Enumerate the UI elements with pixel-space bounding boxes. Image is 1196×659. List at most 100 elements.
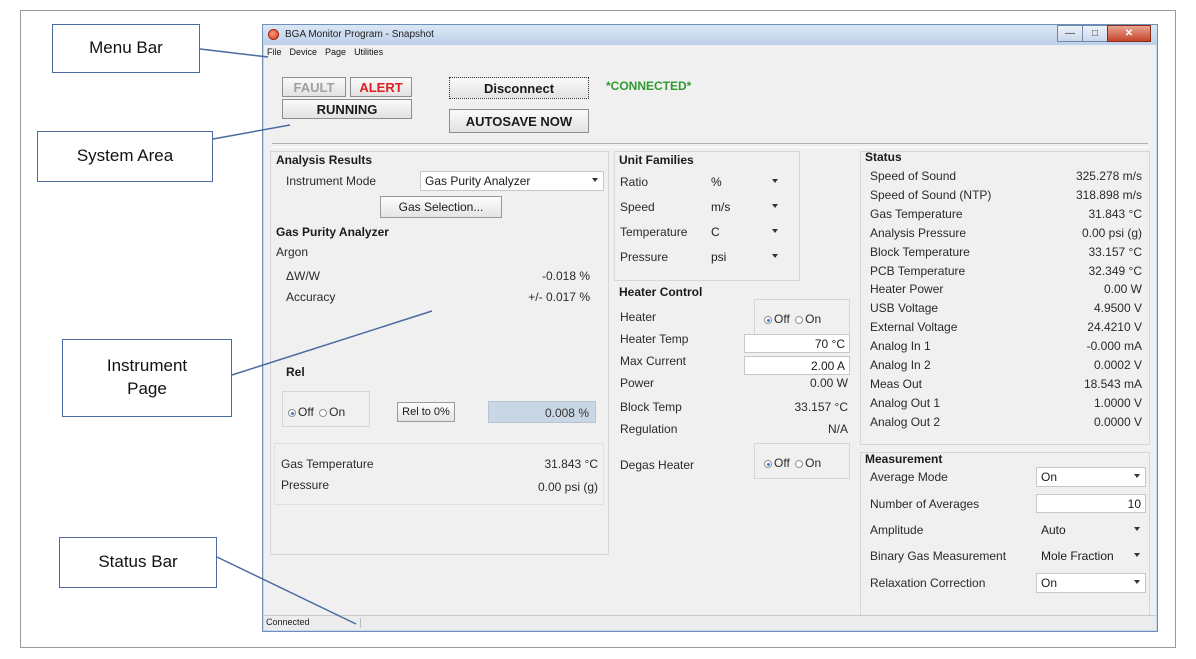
- callout-menu-bar: Menu Bar: [52, 24, 200, 73]
- menu-utilities[interactable]: Utilities: [354, 47, 383, 57]
- rel-value: 0.008 %: [488, 401, 596, 423]
- unit-pressure-select[interactable]: psi: [706, 247, 784, 267]
- unit-ratio-select[interactable]: %: [706, 172, 784, 192]
- degas-off-radio[interactable]: [764, 460, 772, 468]
- status-row-label: Gas Temperature: [870, 207, 963, 221]
- unit-temperature-select[interactable]: C: [706, 222, 784, 242]
- dww-label: ΔW/W: [286, 269, 321, 283]
- binary-gas-value: Mole Fraction: [1041, 549, 1114, 563]
- rel-title: Rel: [286, 365, 305, 379]
- block-temp-value: 33.157 °C: [794, 400, 848, 414]
- status-row-label: Block Temperature: [870, 245, 970, 259]
- accuracy-value: +/- 0.017 %: [528, 290, 590, 304]
- unit-speed-select[interactable]: m/s: [706, 197, 784, 217]
- status-bar-separator: [360, 618, 361, 628]
- status-row-value: 31.843 °C: [1088, 207, 1142, 221]
- status-row-value: 0.00 psi (g): [1081, 226, 1142, 240]
- chevron-down-icon: [772, 179, 778, 183]
- amplitude-value: Auto: [1041, 523, 1066, 537]
- status-row-value: 325.278 m/s: [1075, 169, 1142, 183]
- rel-to-zero-button[interactable]: Rel to 0%: [397, 402, 455, 422]
- relaxation-value: On: [1041, 576, 1058, 590]
- menu-file[interactable]: File: [267, 47, 282, 57]
- running-indicator: RUNNING: [282, 99, 412, 119]
- client-area: FAULT ALERT RUNNING Disconnect AUTOSAVE …: [264, 59, 1156, 630]
- maximize-icon[interactable]: □: [1082, 25, 1108, 42]
- unit-temperature-label: Temperature: [620, 225, 688, 239]
- status-title: Status: [865, 150, 902, 164]
- title-bar[interactable]: BGA Monitor Program - Snapshot — □ ✕: [263, 25, 1157, 45]
- num-averages-input[interactable]: 10: [1036, 494, 1146, 513]
- degas-on-radio[interactable]: [795, 460, 804, 468]
- chevron-down-icon: [772, 204, 778, 208]
- fault-indicator: FAULT: [282, 77, 346, 97]
- instrument-mode-select[interactable]: Gas Purity Analyzer: [420, 171, 604, 191]
- unit-ratio-value: %: [711, 175, 722, 189]
- unit-families-title: Unit Families: [619, 153, 694, 167]
- heater-on-radio[interactable]: [795, 316, 804, 324]
- rel-on-label: On: [329, 405, 346, 419]
- heater-temp-label: Heater Temp: [620, 332, 689, 346]
- status-row-label: Analog Out 1: [870, 396, 941, 410]
- relaxation-select[interactable]: On: [1036, 573, 1146, 593]
- accuracy-label: Accuracy: [286, 290, 336, 304]
- callout-system-area: System Area: [37, 131, 213, 182]
- status-row-label: Analog In 2: [870, 358, 931, 372]
- chevron-down-icon: [1134, 474, 1140, 478]
- gas-temperature-value: 31.843 °C: [544, 457, 598, 471]
- connection-status: *CONNECTED*: [606, 79, 692, 93]
- regulation-label: Regulation: [620, 422, 678, 436]
- unit-pressure-label: Pressure: [620, 250, 669, 264]
- dww-value: -0.018 %: [541, 269, 590, 283]
- app-window: BGA Monitor Program - Snapshot — □ ✕ Fil…: [262, 24, 1158, 632]
- status-row-value: 32.349 °C: [1088, 264, 1142, 278]
- relaxation-label: Relaxation Correction: [870, 576, 986, 590]
- heater-off-label: Off: [774, 312, 790, 326]
- chevron-down-icon: [1134, 527, 1140, 531]
- autosave-button[interactable]: AUTOSAVE NOW: [449, 109, 589, 133]
- status-row-value: 318.898 m/s: [1075, 188, 1142, 202]
- close-icon[interactable]: ✕: [1107, 25, 1151, 42]
- power-label: Power: [620, 376, 655, 390]
- heater-control-title: Heater Control: [619, 285, 703, 299]
- heater-temp-input[interactable]: 70 °C: [744, 334, 850, 353]
- amplitude-select[interactable]: Auto: [1036, 520, 1146, 540]
- analysis-title: Analysis Results: [276, 153, 373, 167]
- chevron-down-icon: [1134, 553, 1140, 557]
- regulation-value: N/A: [827, 422, 848, 436]
- menu-page[interactable]: Page: [325, 47, 346, 57]
- status-row-label: Meas Out: [870, 377, 923, 391]
- max-current-input[interactable]: 2.00 A: [744, 356, 850, 375]
- status-row-value: 0.00 W: [1103, 282, 1142, 296]
- status-row-value: 0.0000 V: [1093, 415, 1142, 429]
- heater-off-radio[interactable]: [764, 316, 772, 324]
- status-row-value: 0.0002 V: [1093, 358, 1142, 372]
- callout-instrument-page-text: Instrument Page: [106, 356, 188, 398]
- rel-off-label: Off: [298, 405, 314, 419]
- status-row-value: 1.0000 V: [1093, 396, 1142, 410]
- callout-status-bar-text: Status Bar: [98, 552, 178, 572]
- max-current-label: Max Current: [620, 354, 687, 368]
- average-mode-label: Average Mode: [870, 470, 948, 484]
- status-row-value: 33.157 °C: [1088, 245, 1142, 259]
- menu-device[interactable]: Device: [290, 47, 318, 57]
- pressure-label: Pressure: [281, 478, 330, 492]
- disconnect-button[interactable]: Disconnect: [449, 77, 589, 99]
- heater-label: Heater: [620, 310, 657, 324]
- rel-on-radio[interactable]: [319, 409, 328, 417]
- menu-bar: File Device Page Utilities: [264, 45, 1156, 59]
- callout-instrument-page: Instrument Page: [62, 339, 232, 417]
- minimize-icon[interactable]: —: [1057, 25, 1083, 42]
- gas-selection-button[interactable]: Gas Selection...: [380, 196, 502, 218]
- instrument-mode-value: Gas Purity Analyzer: [425, 174, 531, 188]
- status-bar-text: Connected: [266, 617, 310, 627]
- gpa-title: Gas Purity Analyzer: [276, 225, 389, 239]
- measurement-title: Measurement: [865, 452, 943, 466]
- average-mode-select[interactable]: On: [1036, 467, 1146, 487]
- amplitude-label: Amplitude: [870, 523, 924, 537]
- window-controls: — □ ✕: [1057, 25, 1151, 42]
- chevron-down-icon: [772, 254, 778, 258]
- unit-speed-label: Speed: [620, 200, 655, 214]
- binary-gas-select[interactable]: Mole Fraction: [1036, 546, 1146, 566]
- rel-off-radio[interactable]: [288, 409, 296, 417]
